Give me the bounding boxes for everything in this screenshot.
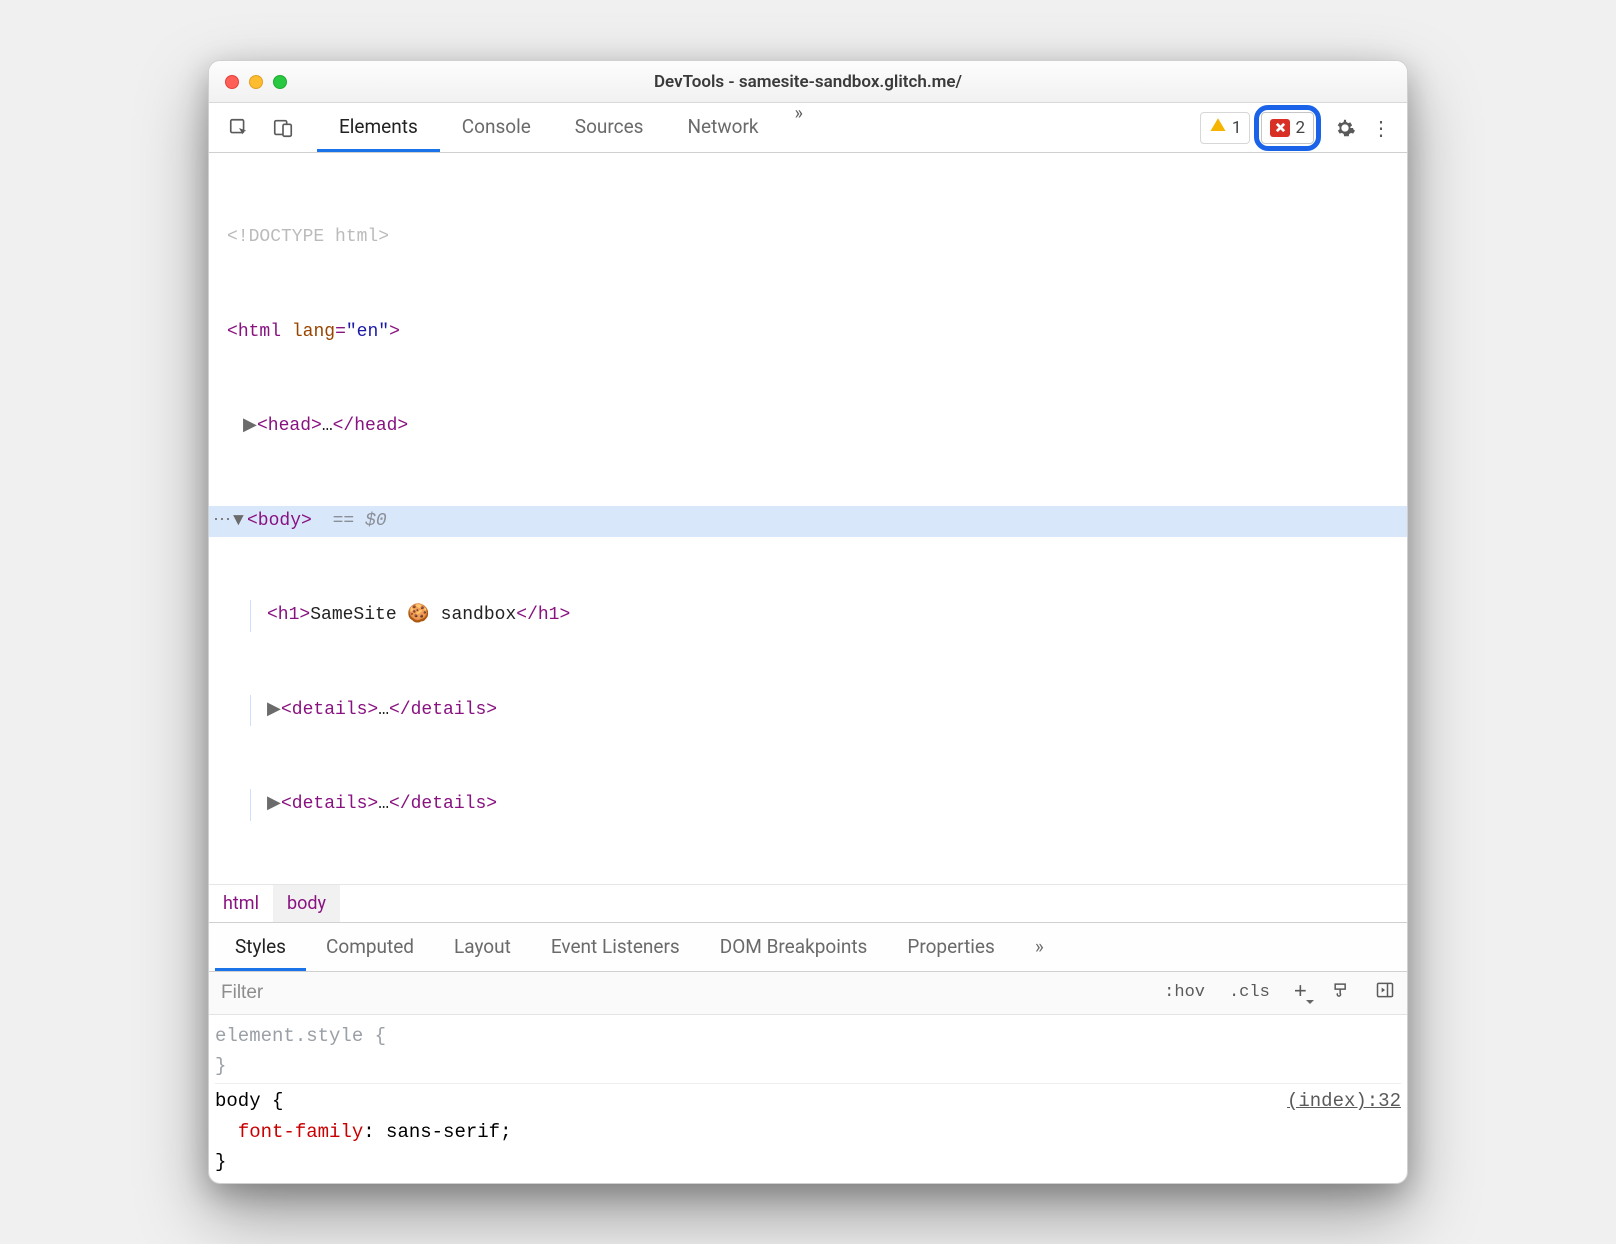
details-node[interactable]: ▶<details>…</details>	[250, 695, 1407, 727]
hov-toggle[interactable]: :hov	[1152, 975, 1217, 1010]
stab-event-listeners[interactable]: Event Listeners	[531, 923, 700, 971]
breadcrumb-html[interactable]: html	[209, 885, 273, 922]
styles-panel-tabs: Styles Computed Layout Event Listeners D…	[209, 922, 1407, 972]
html-node[interactable]: <html lang="en">	[209, 317, 1407, 349]
details-node[interactable]: ▶<details>…</details>	[250, 789, 1407, 821]
kebab-menu-icon[interactable]: ⋮	[1363, 106, 1399, 150]
cls-toggle[interactable]: .cls	[1217, 975, 1282, 1010]
stab-computed[interactable]: Computed	[306, 923, 434, 971]
css-property-name[interactable]: font-family	[238, 1121, 363, 1143]
close-window-button[interactable]	[225, 75, 239, 89]
main-tabs: Elements Console Sources Network »	[317, 103, 819, 152]
selected-element-marker: == $0	[312, 506, 387, 538]
tab-sources[interactable]: Sources	[553, 103, 666, 152]
body-rule[interactable]: body { (index):32 font-family: sans-seri…	[215, 1084, 1401, 1179]
settings-icon[interactable]	[1327, 106, 1363, 150]
gutter-dots-icon[interactable]: ⋯	[209, 506, 233, 538]
window-title: DevTools - samesite-sandbox.glitch.me/	[209, 72, 1407, 92]
more-tabs-button[interactable]: »	[781, 103, 819, 152]
breadcrumb: html body	[209, 884, 1407, 922]
zoom-window-button[interactable]	[273, 75, 287, 89]
traffic-lights	[225, 75, 287, 89]
devtools-window: DevTools - samesite-sandbox.glitch.me/ E…	[208, 60, 1408, 1184]
css-property-value[interactable]: sans-serif	[386, 1121, 500, 1143]
selector-text: element.style	[215, 1025, 363, 1047]
tab-elements[interactable]: Elements	[317, 103, 440, 152]
stab-properties[interactable]: Properties	[887, 923, 1014, 971]
doctype-node[interactable]: <!DOCTYPE html>	[209, 222, 1407, 254]
breadcrumb-body[interactable]: body	[273, 885, 340, 922]
tab-network[interactable]: Network	[665, 103, 780, 152]
stab-dom-breakpoints[interactable]: DOM Breakpoints	[700, 923, 888, 971]
inspect-element-icon[interactable]	[217, 106, 261, 150]
head-node[interactable]: ▶<head>…</head>	[209, 411, 1407, 443]
style-rules: element.style { } body { (index):32 font…	[209, 1015, 1407, 1184]
issues-highlight: 2	[1254, 105, 1321, 151]
h1-node[interactable]: <h1>SameSite 🍪 sandbox</h1>	[250, 600, 1407, 632]
styles-filter-input[interactable]	[209, 972, 1152, 1014]
tab-console[interactable]: Console	[440, 103, 553, 152]
warnings-count: 1	[1232, 118, 1242, 138]
element-style-rule[interactable]: element.style { }	[215, 1019, 1401, 1085]
paint-brush-icon[interactable]	[1319, 972, 1363, 1014]
source-link[interactable]: (index):32	[1287, 1086, 1401, 1116]
minimize-window-button[interactable]	[249, 75, 263, 89]
status-counters: 1 2	[1200, 105, 1321, 151]
expand-arrow-icon[interactable]: ▶	[267, 789, 281, 821]
warning-icon	[1209, 116, 1227, 139]
warnings-counter[interactable]: 1	[1200, 112, 1251, 144]
new-style-rule-button[interactable]: +	[1282, 972, 1319, 1013]
body-node-selected[interactable]: ⋯▼<body> == $0	[209, 506, 1407, 538]
titlebar: DevTools - samesite-sandbox.glitch.me/	[209, 61, 1407, 103]
styles-filter-row: :hov .cls +	[209, 972, 1407, 1015]
collapse-arrow-icon[interactable]: ▼	[233, 506, 247, 538]
stab-more[interactable]: »	[1015, 923, 1064, 971]
selector-text: body	[215, 1090, 261, 1112]
toggle-sidebar-icon[interactable]	[1363, 972, 1407, 1014]
stab-styles[interactable]: Styles	[215, 923, 306, 971]
dom-tree[interactable]: <!DOCTYPE html> <html lang="en"> ▶<head>…	[209, 153, 1407, 884]
toggle-device-toolbar-icon[interactable]	[261, 106, 305, 150]
toolbar: Elements Console Sources Network » 1 2 ⋮	[209, 103, 1407, 153]
expand-arrow-icon[interactable]: ▶	[243, 411, 257, 443]
expand-arrow-icon[interactable]: ▶	[267, 695, 281, 727]
stab-layout[interactable]: Layout	[434, 923, 531, 971]
issues-count: 2	[1295, 118, 1305, 138]
issues-counter[interactable]: 2	[1261, 112, 1314, 144]
issue-icon	[1270, 119, 1290, 137]
